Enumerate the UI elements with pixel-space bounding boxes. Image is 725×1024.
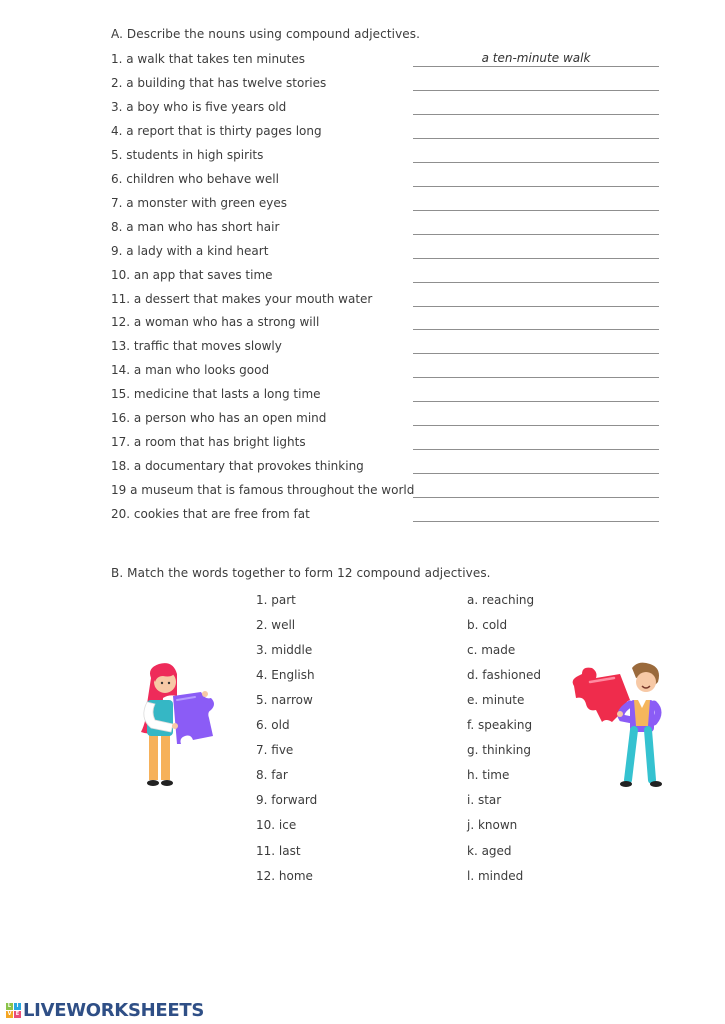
question-row: 2. a building that has twelve stories — [111, 76, 661, 96]
match-right-item[interactable]: j. known — [467, 818, 517, 832]
match-right-item[interactable]: e. minute — [467, 693, 524, 707]
logo-text: LIVEWORKSHEETS — [23, 999, 205, 1021]
answer-blank[interactable] — [413, 329, 659, 331]
match-left-item[interactable]: 2. well — [256, 618, 295, 632]
logo-block-l: L — [6, 1002, 13, 1010]
match-left-item[interactable]: 11. last — [256, 844, 301, 858]
question-text: 18. a documentary that provokes thinking — [111, 459, 364, 474]
match-right-item[interactable]: f. speaking — [467, 718, 532, 732]
question-row: 19 a museum that is famous throughout th… — [111, 483, 661, 503]
question-row: 13. traffic that moves slowly — [111, 339, 661, 359]
question-text: 8. a man who has short hair — [111, 219, 280, 234]
liveworksheets-logo[interactable]: L I V E LIVEWORKSHEETS — [6, 999, 205, 1021]
match-right-item[interactable]: c. made — [467, 643, 515, 657]
question-text: 10. an app that saves time — [111, 267, 273, 282]
answer-blank[interactable] — [413, 377, 659, 379]
logo-block-e: E — [14, 1010, 21, 1018]
question-text: 11. a dessert that makes your mouth wate… — [111, 291, 373, 306]
match-left-item[interactable]: 1. part — [256, 593, 296, 607]
section-a-heading: A. Describe the nouns using compound adj… — [111, 27, 421, 41]
logo-block-i: I — [14, 1002, 21, 1010]
question-row: 16. a person who has an open mind — [111, 411, 661, 431]
question-row: 10. an app that saves time — [111, 268, 661, 288]
match-left-item[interactable]: 9. forward — [256, 793, 317, 807]
question-text: 19 a museum that is famous throughout th… — [111, 483, 415, 498]
match-left-item[interactable]: 8. far — [256, 768, 288, 782]
question-text: 17. a room that has bright lights — [111, 435, 306, 450]
answer-blank[interactable] — [413, 209, 659, 211]
answer-blank[interactable] — [413, 449, 659, 451]
answer-blank[interactable] — [413, 473, 659, 475]
match-left-item[interactable]: 7. five — [256, 743, 293, 757]
match-right-item[interactable]: l. minded — [467, 869, 523, 883]
answer-blank[interactable] — [413, 233, 659, 235]
question-text: 4. a report that is thirty pages long — [111, 123, 322, 138]
match-left-item[interactable]: 3. middle — [256, 643, 312, 657]
answer-blank[interactable] — [413, 305, 659, 307]
question-row: 6. children who behave well — [111, 172, 661, 192]
question-text: 12. a woman who has a strong will — [111, 315, 320, 330]
question-text: 3. a boy who is five years old — [111, 99, 287, 114]
question-row: 18. a documentary that provokes thinking — [111, 459, 661, 479]
logo-block-v: V — [6, 1010, 13, 1018]
question-row: 11. a dessert that makes your mouth wate… — [111, 292, 661, 312]
match-right-item[interactable]: g. thinking — [467, 743, 531, 757]
question-row: 1. a walk that takes ten minutes a ten-mi… — [111, 51, 661, 72]
answer-blank[interactable] — [413, 521, 659, 523]
question-text: 16. a person who has an open mind — [111, 411, 327, 426]
logo-blocks-icon: L I V E — [6, 1002, 21, 1018]
answer-blank[interactable] — [413, 257, 659, 259]
question-text: 15. medicine that lasts a long time — [111, 387, 321, 402]
question-row: 15. medicine that lasts a long time — [111, 387, 661, 407]
question-text: 9. a lady with a kind heart — [111, 243, 269, 258]
boy-puzzle-illustration — [572, 662, 662, 787]
question-text: 1. a walk that takes ten minutes — [111, 52, 305, 66]
question-row: 4. a report that is thirty pages long — [111, 124, 661, 144]
question-text: 7. a monster with green eyes — [111, 195, 288, 210]
answer-blank[interactable] — [413, 137, 659, 139]
answer-blank[interactable] — [413, 353, 659, 355]
answer-text[interactable]: a ten-minute walk — [413, 51, 659, 65]
question-text: 5. students in high spirits — [111, 147, 264, 162]
match-right-item[interactable]: b. cold — [467, 618, 507, 632]
question-row: 14. a man who looks good — [111, 363, 661, 383]
question-text: 20. cookies that are free from fat — [111, 507, 310, 522]
question-row: 7. a monster with green eyes — [111, 196, 661, 216]
question-row: 5. students in high spirits — [111, 148, 661, 168]
answer-blank[interactable] — [413, 425, 659, 427]
answer-blank[interactable] — [413, 497, 659, 499]
match-right-item[interactable]: d. fashioned — [467, 668, 541, 682]
answer-blank[interactable] — [413, 281, 659, 283]
question-row: 20. cookies that are free from fat — [111, 507, 661, 527]
question-row: 8. a man who has short hair — [111, 220, 661, 240]
match-left-item[interactable]: 6. old — [256, 718, 290, 732]
question-text: 13. traffic that moves slowly — [111, 339, 282, 354]
match-left-item[interactable]: 12. home — [256, 869, 313, 883]
girl-puzzle-illustration — [141, 663, 214, 786]
match-right-item[interactable]: k. aged — [467, 844, 512, 858]
question-row: 12. a woman who has a strong will — [111, 315, 661, 335]
answer-blank[interactable] — [413, 161, 659, 163]
question-row: 17. a room that has bright lights — [111, 435, 661, 455]
question-row: 3. a boy who is five years old — [111, 100, 661, 120]
answer-blank[interactable] — [413, 401, 659, 403]
match-left-item[interactable]: 5. narrow — [256, 693, 313, 707]
match-left-item[interactable]: 10. ice — [256, 818, 296, 832]
answer-blank[interactable] — [413, 66, 659, 67]
question-text: 6. children who behave well — [111, 171, 279, 186]
answer-blank[interactable] — [413, 113, 659, 115]
answer-blank[interactable] — [413, 89, 659, 91]
question-text: 14. a man who looks good — [111, 363, 270, 378]
answer-blank[interactable] — [413, 185, 659, 187]
section-b-heading: B. Match the words together to form 12 c… — [111, 566, 491, 580]
match-right-item[interactable]: h. time — [467, 768, 509, 782]
question-text: 2. a building that has twelve stories — [111, 75, 327, 90]
match-left-item[interactable]: 4. English — [256, 668, 315, 682]
question-row: 9. a lady with a kind heart — [111, 244, 661, 264]
match-right-item[interactable]: a. reaching — [467, 593, 534, 607]
match-right-item[interactable]: i. star — [467, 793, 501, 807]
